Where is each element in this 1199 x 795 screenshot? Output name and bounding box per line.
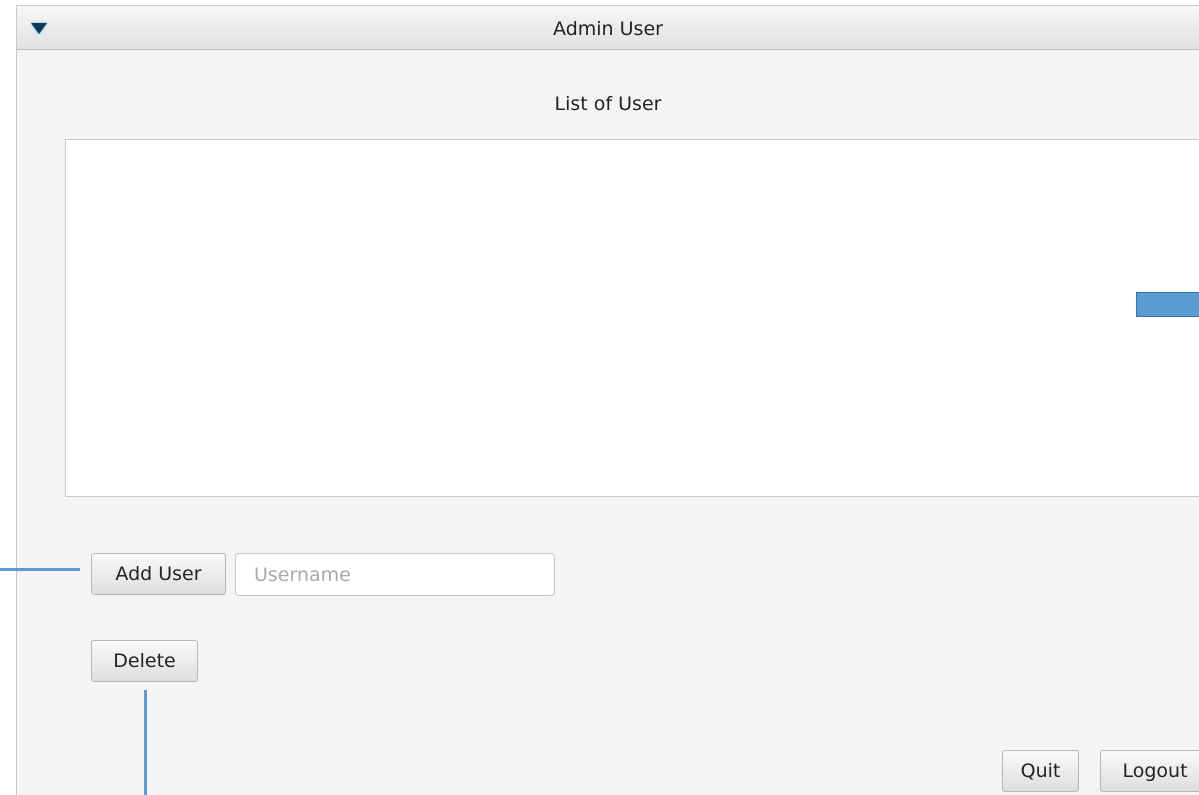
logout-button[interactable]: Logout bbox=[1100, 750, 1199, 792]
user-list-label: List of User bbox=[554, 93, 662, 115]
window-title: Admin User bbox=[553, 18, 663, 40]
username-input[interactable] bbox=[235, 553, 555, 596]
title-bar[interactable]: Admin User bbox=[17, 6, 1199, 50]
annotation-marker-right bbox=[1136, 292, 1199, 317]
delete-button[interactable]: Delete bbox=[91, 640, 198, 682]
user-list[interactable] bbox=[65, 139, 1199, 497]
annotation-line-left bbox=[0, 568, 80, 571]
quit-button[interactable]: Quit bbox=[1002, 750, 1079, 792]
add-user-button[interactable]: Add User bbox=[91, 553, 226, 595]
admin-user-window: Admin User List of User Add User Delete … bbox=[16, 5, 1199, 795]
annotation-line-bottom bbox=[144, 690, 147, 795]
